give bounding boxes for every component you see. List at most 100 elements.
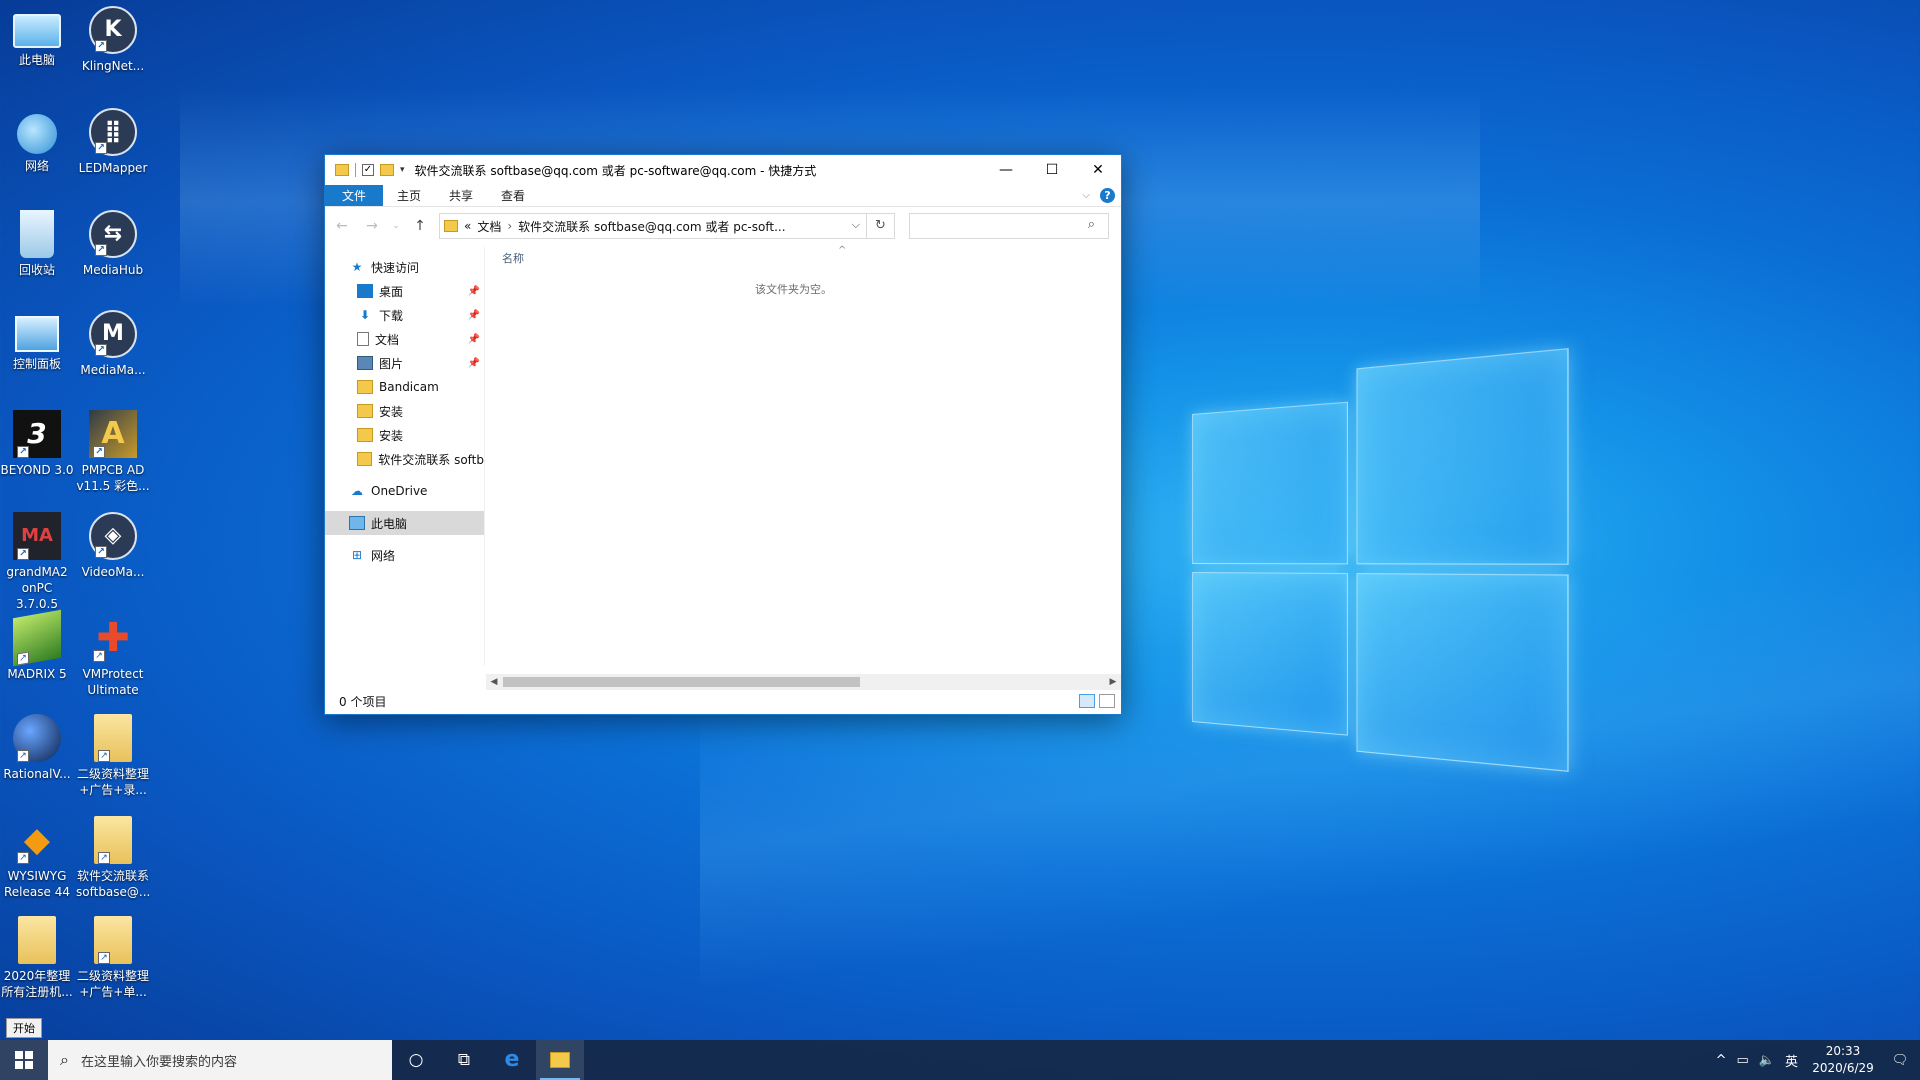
nav-item-quick-access[interactable]: ★ 快速访问 [325, 255, 484, 279]
desktop-icon-videomapper[interactable]: ◈ ↗ VideoMa... [76, 512, 150, 580]
close-button[interactable]: ✕ [1075, 155, 1121, 185]
explorer-window: ✓ ▾ 软件交流联系 softbase@qq.com 或者 pc-softwar… [324, 154, 1122, 715]
tab-file[interactable]: 文件 [325, 185, 384, 206]
scrollbar-thumb[interactable] [503, 677, 860, 687]
breadcrumb-current-folder[interactable]: 软件交流联系 softbase@qq.com 或者 pc-soft... [518, 218, 785, 235]
large-icons-view-icon[interactable] [1099, 694, 1115, 708]
desktop-icon-recycle-bin[interactable]: 回收站 [0, 210, 74, 278]
desktop-icon-folder-2020[interactable]: 2020年整理 所有注册机... [0, 916, 74, 1000]
desktop-icon-mediamaster[interactable]: M ↗ MediaMa... [76, 310, 150, 378]
clock[interactable]: 20:33 2020/6/29 [1808, 1043, 1878, 1077]
nav-item-label: 软件交流联系 softb [378, 452, 484, 467]
up-button[interactable]: ↑ [409, 218, 431, 234]
desktop-icon-network[interactable]: 网络 [0, 108, 74, 174]
maximize-button[interactable]: ☐ [1029, 155, 1075, 185]
desktop-icon-madrix[interactable]: ↗ MADRIX 5 [0, 609, 74, 682]
desktop-icon-ledmapper[interactable]: ⣿ ↗ LEDMapper [76, 108, 150, 176]
search-input[interactable] [909, 213, 1109, 239]
edge-browser-icon[interactable]: e [488, 1040, 536, 1080]
input-method-indicator[interactable]: 英 [1785, 1051, 1798, 1070]
search-icon: ⌕ [1087, 217, 1095, 232]
nav-item-network[interactable]: ⊞ 网络 [325, 543, 484, 567]
scroll-left-icon[interactable]: ◀ [486, 674, 502, 690]
network-status-icon[interactable]: ▭ [1737, 1053, 1749, 1068]
folder-shortcut-icon: ↗ [94, 816, 132, 864]
breadcrumb-documents[interactable]: 文档 [477, 218, 501, 235]
refresh-button[interactable]: ↻ [867, 213, 895, 239]
nav-item-label: 安装 [379, 404, 404, 419]
computer-icon [13, 14, 61, 48]
notification-center-icon[interactable]: 🗨 [1888, 1053, 1912, 1068]
taskbar-search-box[interactable]: ⌕ 在这里输入你要搜索的内容 [48, 1040, 392, 1080]
nav-item-onedrive[interactable]: ☁ OneDrive [325, 479, 484, 503]
desktop-icon-rational[interactable]: ↗ RationalV... [0, 714, 74, 782]
volume-icon[interactable]: 🔈 [1759, 1053, 1775, 1068]
breadcrumb-separator[interactable]: › [507, 219, 512, 233]
desktop-icon-this-pc[interactable]: 此电脑 [0, 6, 74, 68]
back-button[interactable]: ← [331, 218, 353, 234]
task-view-button[interactable]: ⧉ [440, 1040, 488, 1080]
desktop-icon-folder-shortcut-1[interactable]: ↗ 二级资料整理 +广告+录... [76, 714, 150, 798]
new-folder-icon[interactable] [380, 164, 394, 176]
help-icon[interactable]: ? [1100, 188, 1115, 203]
desktop-icon-klingnet[interactable]: K ↗ KlingNet... [76, 6, 150, 74]
mediahub-icon: ⇆ ↗ [89, 210, 137, 258]
folder-icon [357, 452, 373, 466]
folder-icon [335, 164, 349, 176]
pin-icon: 📌 [467, 357, 480, 369]
nav-item-software-folder[interactable]: 软件交流联系 softb [325, 447, 484, 471]
horizontal-scrollbar[interactable]: ◀ ▶ [486, 674, 1121, 690]
details-view-icon[interactable] [1079, 694, 1095, 708]
start-button[interactable] [0, 1040, 48, 1080]
desktop-icon-mediahub[interactable]: ⇆ ↗ MediaHub [76, 210, 150, 278]
tab-share[interactable]: 共享 [435, 185, 487, 206]
nav-item-desktop[interactable]: 桌面 📌 [325, 279, 484, 303]
properties-icon[interactable]: ✓ [362, 164, 374, 176]
title-bar[interactable]: ✓ ▾ 软件交流联系 softbase@qq.com 或者 pc-softwar… [325, 155, 1121, 185]
desktop-icon-vmprotect[interactable]: ✚ ↗ VMProtect Ultimate [76, 614, 150, 698]
item-count: 0 个项目 [339, 695, 387, 709]
folder-icon [357, 404, 373, 418]
windows-wallpaper-logo [1192, 348, 1569, 772]
videomapper-icon: ◈ ↗ [89, 512, 137, 560]
control-panel-icon [15, 316, 59, 352]
minimize-button[interactable]: — [983, 155, 1029, 185]
nav-item-bandicam[interactable]: Bandicam [325, 375, 484, 399]
recycle-bin-icon [20, 210, 54, 258]
scroll-right-icon[interactable]: ▶ [1105, 674, 1121, 690]
taskbar: ⌕ 在这里输入你要搜索的内容 ○ ⧉ e ^ ▭ 🔈 英 20:33 2020/… [0, 1040, 1920, 1080]
breadcrumb-overflow[interactable]: « [464, 219, 471, 233]
chevron-down-icon[interactable]: ⌵ [852, 218, 860, 232]
customize-toolbar-icon[interactable]: ▾ [400, 165, 405, 175]
cortana-button[interactable]: ○ [392, 1040, 440, 1080]
desktop-icon-wysiwyg[interactable]: ◆ ↗ WYSIWYG Release 44 [0, 816, 74, 900]
nav-item-install-2[interactable]: 安装 [325, 423, 484, 447]
show-hidden-icons-icon[interactable]: ^ [1716, 1053, 1727, 1068]
klingnet-icon: K ↗ [89, 6, 137, 54]
desktop-icon-folder-shortcut-2[interactable]: ↗ 软件交流联系 softbase@... [76, 816, 150, 900]
nav-item-documents[interactable]: 文档 📌 [325, 327, 484, 351]
file-explorer-taskbar-icon[interactable] [536, 1040, 584, 1080]
desktop-icon-grandma2[interactable]: MA ↗ grandMA2 onPC 3.7.0.5 [0, 512, 74, 612]
tab-home[interactable]: 主页 [383, 185, 435, 206]
nav-item-install-1[interactable]: 安装 [325, 399, 484, 423]
windows-logo-icon [15, 1051, 33, 1069]
desktop-icon-beyond[interactable]: 3 ↗ BEYOND 3.0 [0, 410, 74, 478]
nav-item-this-pc[interactable]: 此电脑 [325, 511, 484, 535]
nav-item-label: Bandicam [379, 380, 439, 394]
forward-button[interactable]: → [361, 218, 383, 234]
desktop-icon-control-panel[interactable]: 控制面板 [0, 310, 74, 372]
nav-item-label: 此电脑 [371, 516, 408, 531]
file-list[interactable]: 名称 ^ 该文件夹为空。 [486, 245, 1121, 666]
start-tooltip: 开始 [6, 1018, 42, 1038]
desktop-icon-pmpcb[interactable]: A ↗ PMPCB AD v11.5 彩色... [76, 410, 150, 494]
address-bar[interactable]: « 文档 › 软件交流联系 softbase@qq.com 或者 pc-soft… [439, 213, 867, 239]
recent-locations-icon[interactable]: ⌄ [391, 221, 401, 231]
desktop-icon-folder-shortcut-3[interactable]: ↗ 二级资料整理 +广告+单... [76, 916, 150, 1000]
nav-item-downloads[interactable]: ⬇ 下载 📌 [325, 303, 484, 327]
tab-view[interactable]: 查看 [487, 185, 539, 206]
folder-icon [357, 428, 373, 442]
expand-ribbon-icon[interactable]: ⌵ [1082, 190, 1090, 201]
column-header-name[interactable]: 名称 ^ [486, 245, 1121, 271]
nav-item-pictures[interactable]: 图片 📌 [325, 351, 484, 375]
